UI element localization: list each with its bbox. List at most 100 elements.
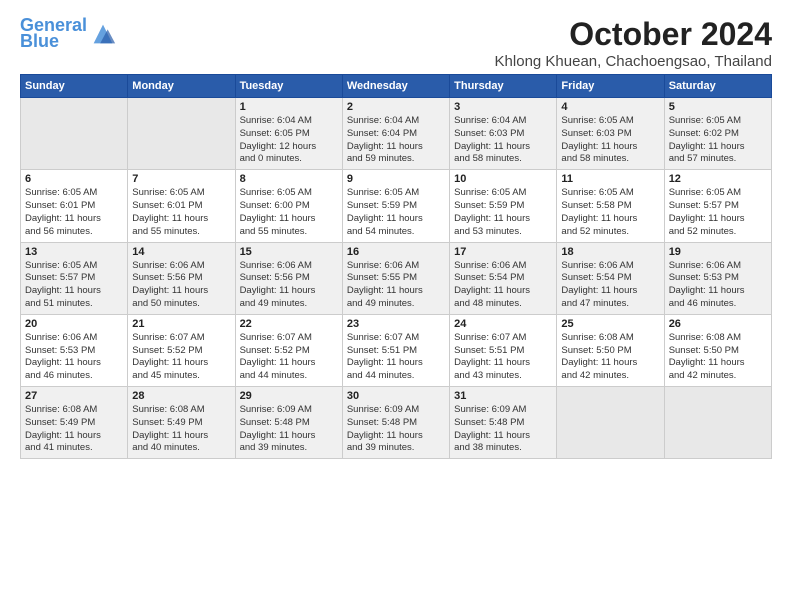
day-info: Sunrise: 6:06 AM Sunset: 5:53 PM Dayligh… [669, 260, 767, 311]
calendar-day-cell: 5Sunrise: 6:05 AM Sunset: 6:02 PM Daylig… [664, 98, 771, 170]
calendar-day-cell: 2 Sunrise: 6:04 AM Sunset: 6:04 PM Daylig… [342, 98, 449, 170]
day-info: Sunrise: 6:04 AM Sunset: 6:03 PM Dayligh… [454, 115, 552, 166]
calendar-day-cell: 28 Sunrise: 6:08 AM Sunset: 5:49 PM Dayli… [128, 387, 235, 459]
calendar-day-cell: 14Sunrise: 6:06 AM Sunset: 5:56 PM Dayli… [128, 242, 235, 314]
day-number: 8 [240, 173, 338, 185]
calendar-header-thursday: Thursday [450, 75, 557, 98]
calendar-day-cell: 1 Sunrise: 6:04 AM Sunset: 6:05 PM Daylig… [235, 98, 342, 170]
calendar-day-cell: 7 Sunrise: 6:05 AM Sunset: 6:01 PM Daylig… [128, 170, 235, 242]
calendar-day-cell [128, 98, 235, 170]
calendar-day-cell: 8 Sunrise: 6:05 AM Sunset: 6:00 PM Daylig… [235, 170, 342, 242]
calendar-day-cell: 13 Sunrise: 6:05 AM Sunset: 5:57 PM Dayli… [21, 242, 128, 314]
calendar-day-cell: 9 Sunrise: 6:05 AM Sunset: 5:59 PM Daylig… [342, 170, 449, 242]
day-number: 2 [347, 101, 445, 113]
calendar-header-wednesday: Wednesday [342, 75, 449, 98]
calendar-header-monday: Monday [128, 75, 235, 98]
day-number: 29 [240, 390, 338, 402]
calendar-day-cell: 16 Sunrise: 6:06 AM Sunset: 5:55 PM Dayli… [342, 242, 449, 314]
day-number: 23 [347, 318, 445, 330]
day-number: 19 [669, 246, 767, 258]
day-number: 1 [240, 101, 338, 113]
day-info: Sunrise: 6:04 AM Sunset: 6:04 PM Dayligh… [347, 115, 445, 166]
day-info: Sunrise: 6:06 AM Sunset: 5:55 PM Dayligh… [347, 260, 445, 311]
day-number: 6 [25, 173, 123, 185]
logo-text: GeneralBlue [20, 16, 87, 52]
day-number: 9 [347, 173, 445, 185]
day-info: Sunrise: 6:08 AM Sunset: 5:49 PM Dayligh… [25, 404, 123, 455]
day-number: 21 [132, 318, 230, 330]
calendar-day-cell [557, 387, 664, 459]
logo: GeneralBlue [20, 16, 117, 52]
calendar-week-row: 1 Sunrise: 6:04 AM Sunset: 6:05 PM Daylig… [21, 98, 772, 170]
day-info: Sunrise: 6:06 AM Sunset: 5:54 PM Dayligh… [454, 260, 552, 311]
calendar-day-cell: 6 Sunrise: 6:05 AM Sunset: 6:01 PM Daylig… [21, 170, 128, 242]
day-number: 15 [240, 246, 338, 258]
day-number: 31 [454, 390, 552, 402]
day-info: Sunrise: 6:07 AM Sunset: 5:51 PM Dayligh… [347, 332, 445, 383]
day-number: 12 [669, 173, 767, 185]
day-info: Sunrise: 6:05 AM Sunset: 6:00 PM Dayligh… [240, 187, 338, 238]
calendar-header-row: SundayMondayTuesdayWednesdayThursdayFrid… [21, 75, 772, 98]
day-number: 17 [454, 246, 552, 258]
calendar-day-cell: 27 Sunrise: 6:08 AM Sunset: 5:49 PM Dayli… [21, 387, 128, 459]
calendar-day-cell: 26 Sunrise: 6:08 AM Sunset: 5:50 PM Dayli… [664, 314, 771, 386]
day-info: Sunrise: 6:05 AM Sunset: 5:57 PM Dayligh… [25, 260, 123, 311]
calendar-header-tuesday: Tuesday [235, 75, 342, 98]
calendar-week-row: 13 Sunrise: 6:05 AM Sunset: 5:57 PM Dayli… [21, 242, 772, 314]
day-number: 30 [347, 390, 445, 402]
day-number: 18 [561, 246, 659, 258]
day-info: Sunrise: 6:05 AM Sunset: 6:01 PM Dayligh… [25, 187, 123, 238]
day-number: 16 [347, 246, 445, 258]
calendar-week-row: 27 Sunrise: 6:08 AM Sunset: 5:49 PM Dayli… [21, 387, 772, 459]
day-info: Sunrise: 6:07 AM Sunset: 5:52 PM Dayligh… [132, 332, 230, 383]
calendar-day-cell: 15Sunrise: 6:06 AM Sunset: 5:56 PM Dayli… [235, 242, 342, 314]
day-number: 24 [454, 318, 552, 330]
day-info: Sunrise: 6:08 AM Sunset: 5:50 PM Dayligh… [561, 332, 659, 383]
day-number: 22 [240, 318, 338, 330]
calendar-week-row: 20Sunrise: 6:06 AM Sunset: 5:53 PM Dayli… [21, 314, 772, 386]
day-info: Sunrise: 6:06 AM Sunset: 5:54 PM Dayligh… [561, 260, 659, 311]
calendar-day-cell: 3 Sunrise: 6:04 AM Sunset: 6:03 PM Daylig… [450, 98, 557, 170]
day-number: 7 [132, 173, 230, 185]
calendar-day-cell: 19 Sunrise: 6:06 AM Sunset: 5:53 PM Dayli… [664, 242, 771, 314]
day-number: 4 [561, 101, 659, 113]
calendar-header-saturday: Saturday [664, 75, 771, 98]
calendar-day-cell: 18 Sunrise: 6:06 AM Sunset: 5:54 PM Dayli… [557, 242, 664, 314]
calendar-table: SundayMondayTuesdayWednesdayThursdayFrid… [20, 74, 772, 459]
day-number: 26 [669, 318, 767, 330]
day-number: 14 [132, 246, 230, 258]
calendar-header-sunday: Sunday [21, 75, 128, 98]
day-info: Sunrise: 6:05 AM Sunset: 5:59 PM Dayligh… [347, 187, 445, 238]
day-info: Sunrise: 6:05 AM Sunset: 5:59 PM Dayligh… [454, 187, 552, 238]
day-info: Sunrise: 6:05 AM Sunset: 6:01 PM Dayligh… [132, 187, 230, 238]
day-info: Sunrise: 6:05 AM Sunset: 5:58 PM Dayligh… [561, 187, 659, 238]
title-block: October 2024 Khlong Khuean, Chachoengsao… [495, 16, 772, 70]
day-number: 3 [454, 101, 552, 113]
calendar-day-cell: 4Sunrise: 6:05 AM Sunset: 6:03 PM Daylig… [557, 98, 664, 170]
day-info: Sunrise: 6:08 AM Sunset: 5:50 PM Dayligh… [669, 332, 767, 383]
day-number: 27 [25, 390, 123, 402]
day-number: 5 [669, 101, 767, 113]
calendar-day-cell: 25Sunrise: 6:08 AM Sunset: 5:50 PM Dayli… [557, 314, 664, 386]
page: GeneralBlue October 2024 Khlong Khuean, … [0, 0, 792, 469]
calendar-day-cell [21, 98, 128, 170]
calendar-day-cell: 17 Sunrise: 6:06 AM Sunset: 5:54 PM Dayli… [450, 242, 557, 314]
calendar-day-cell: 12Sunrise: 6:05 AM Sunset: 5:57 PM Dayli… [664, 170, 771, 242]
calendar-day-cell: 29 Sunrise: 6:09 AM Sunset: 5:48 PM Dayli… [235, 387, 342, 459]
calendar-day-cell: 23 Sunrise: 6:07 AM Sunset: 5:51 PM Dayli… [342, 314, 449, 386]
day-info: Sunrise: 6:08 AM Sunset: 5:49 PM Dayligh… [132, 404, 230, 455]
day-info: Sunrise: 6:09 AM Sunset: 5:48 PM Dayligh… [240, 404, 338, 455]
day-info: Sunrise: 6:09 AM Sunset: 5:48 PM Dayligh… [454, 404, 552, 455]
calendar-day-cell: 30 Sunrise: 6:09 AM Sunset: 5:48 PM Dayli… [342, 387, 449, 459]
calendar-day-cell: 24Sunrise: 6:07 AM Sunset: 5:51 PM Dayli… [450, 314, 557, 386]
day-info: Sunrise: 6:07 AM Sunset: 5:52 PM Dayligh… [240, 332, 338, 383]
day-info: Sunrise: 6:09 AM Sunset: 5:48 PM Dayligh… [347, 404, 445, 455]
day-info: Sunrise: 6:04 AM Sunset: 6:05 PM Dayligh… [240, 115, 338, 166]
calendar-day-cell: 20Sunrise: 6:06 AM Sunset: 5:53 PM Dayli… [21, 314, 128, 386]
day-number: 11 [561, 173, 659, 185]
month-title: October 2024 [495, 16, 772, 53]
day-number: 28 [132, 390, 230, 402]
day-number: 13 [25, 246, 123, 258]
day-number: 20 [25, 318, 123, 330]
calendar-day-cell: 22 Sunrise: 6:07 AM Sunset: 5:52 PM Dayli… [235, 314, 342, 386]
